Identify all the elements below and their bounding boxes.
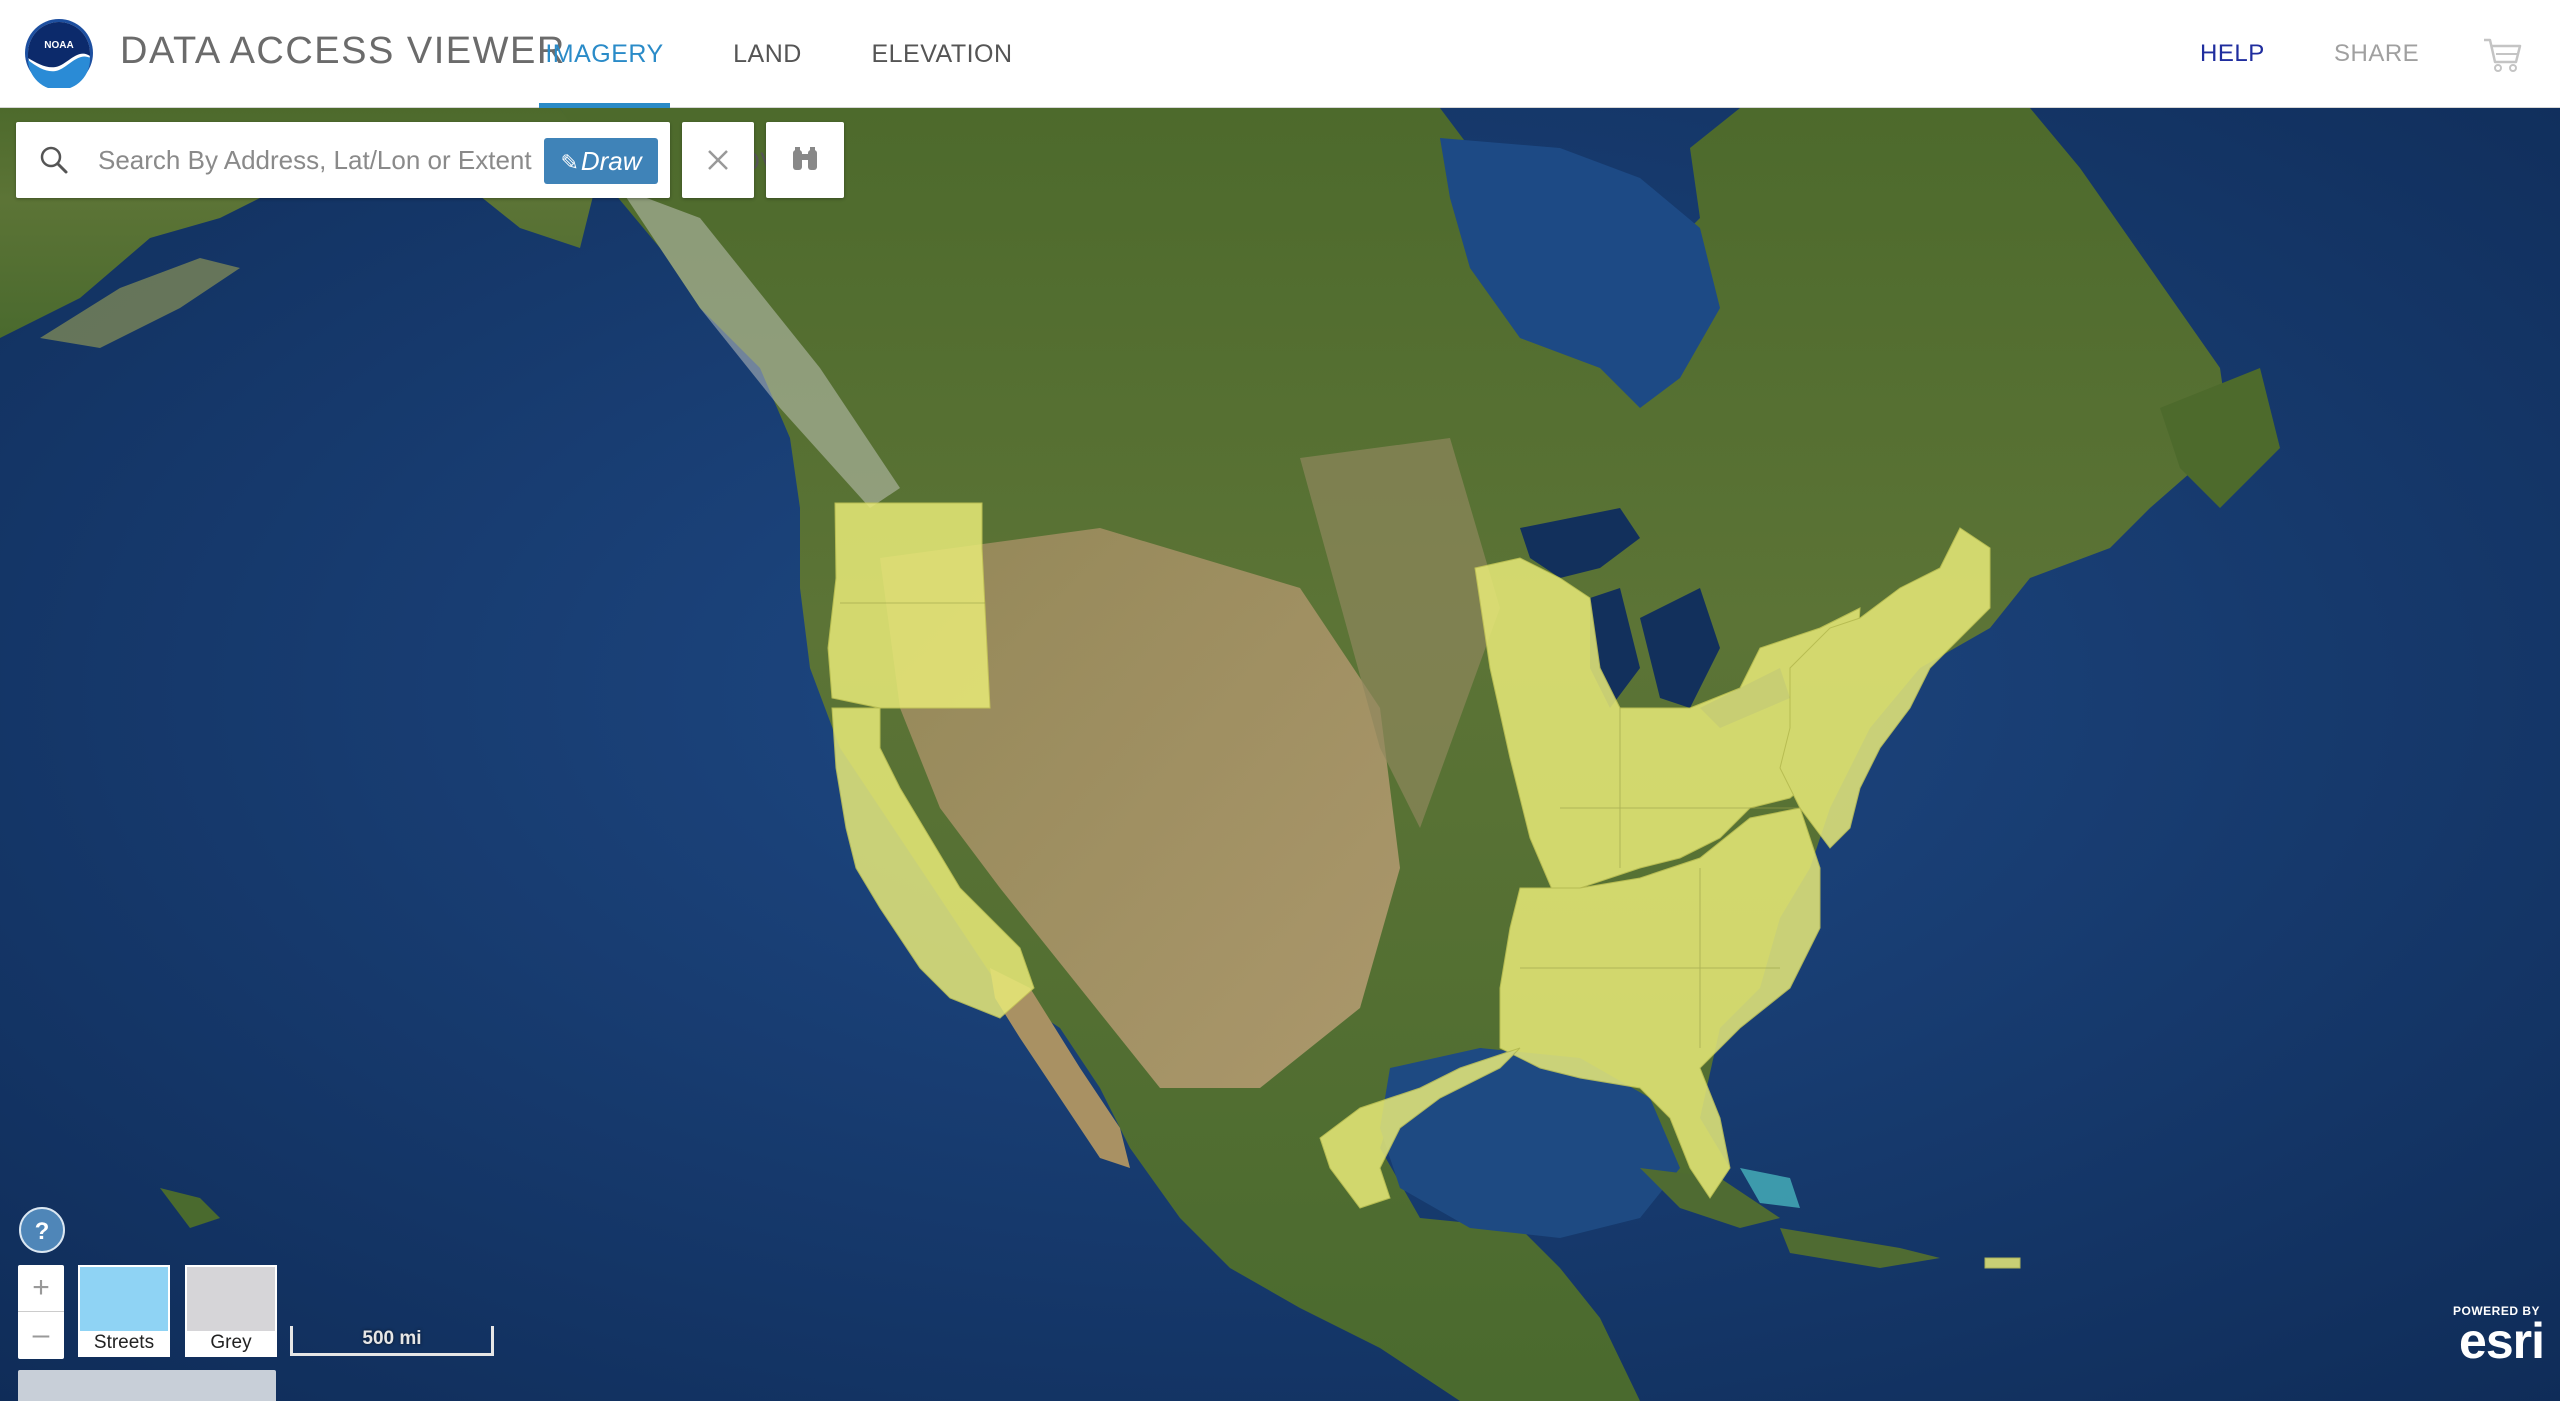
basemap-grey-label: Grey: [210, 1332, 252, 1353]
search-icon[interactable]: [36, 142, 72, 178]
noaa-logo-text: NOAA: [44, 40, 73, 51]
draw-button-label: Draw: [580, 146, 642, 176]
tab-elevation[interactable]: ELEVATION: [870, 0, 1014, 108]
binoculars-icon: [793, 147, 817, 170]
grey-swatch: [187, 1267, 275, 1331]
map-view[interactable]: [0, 108, 2560, 1401]
basemap-streets-button[interactable]: Streets: [78, 1265, 170, 1357]
close-icon: [708, 150, 728, 170]
help-link[interactable]: HELP: [2200, 0, 2265, 108]
coverage-pacific-northwest: [827, 502, 991, 709]
share-link[interactable]: SHARE: [2334, 0, 2419, 108]
search-box: ✎Draw: [16, 122, 670, 198]
find-data-button[interactable]: [766, 122, 844, 198]
tab-land-cover[interactable]: LAND COVER: [690, 0, 845, 176]
app-header: NOAA DATA ACCESS VIEWER IMAGERY LAND COV…: [0, 0, 2560, 176]
basemap-grey-button[interactable]: Grey: [185, 1265, 277, 1357]
basemap-streets-label: Streets: [93, 1332, 155, 1353]
clear-search-button[interactable]: [682, 122, 754, 198]
satellite-basemap: [0, 108, 2560, 1401]
help-button[interactable]: ?: [19, 1207, 65, 1253]
zoom-out-button[interactable]: –: [18, 1312, 64, 1359]
tab-imagery[interactable]: IMAGERY: [539, 0, 670, 108]
zoom-control: + –: [18, 1265, 64, 1359]
esri-attribution: POWERED BY esri: [2424, 1304, 2545, 1369]
draw-button[interactable]: ✎Draw: [544, 138, 658, 184]
collapsed-panel-tab[interactable]: [18, 1370, 276, 1401]
esri-logo: esri: [2459, 1313, 2545, 1369]
cart-icon[interactable]: [2480, 32, 2524, 76]
search-input[interactable]: [98, 136, 538, 184]
edit-icon: ✎: [560, 150, 579, 175]
streets-swatch: [80, 1267, 168, 1331]
zoom-in-button[interactable]: +: [18, 1265, 64, 1312]
scale-bar: 500 mi: [290, 1326, 494, 1356]
noaa-logo[interactable]: NOAA: [24, 18, 94, 88]
app-title: DATA ACCESS VIEWER: [120, 30, 566, 72]
